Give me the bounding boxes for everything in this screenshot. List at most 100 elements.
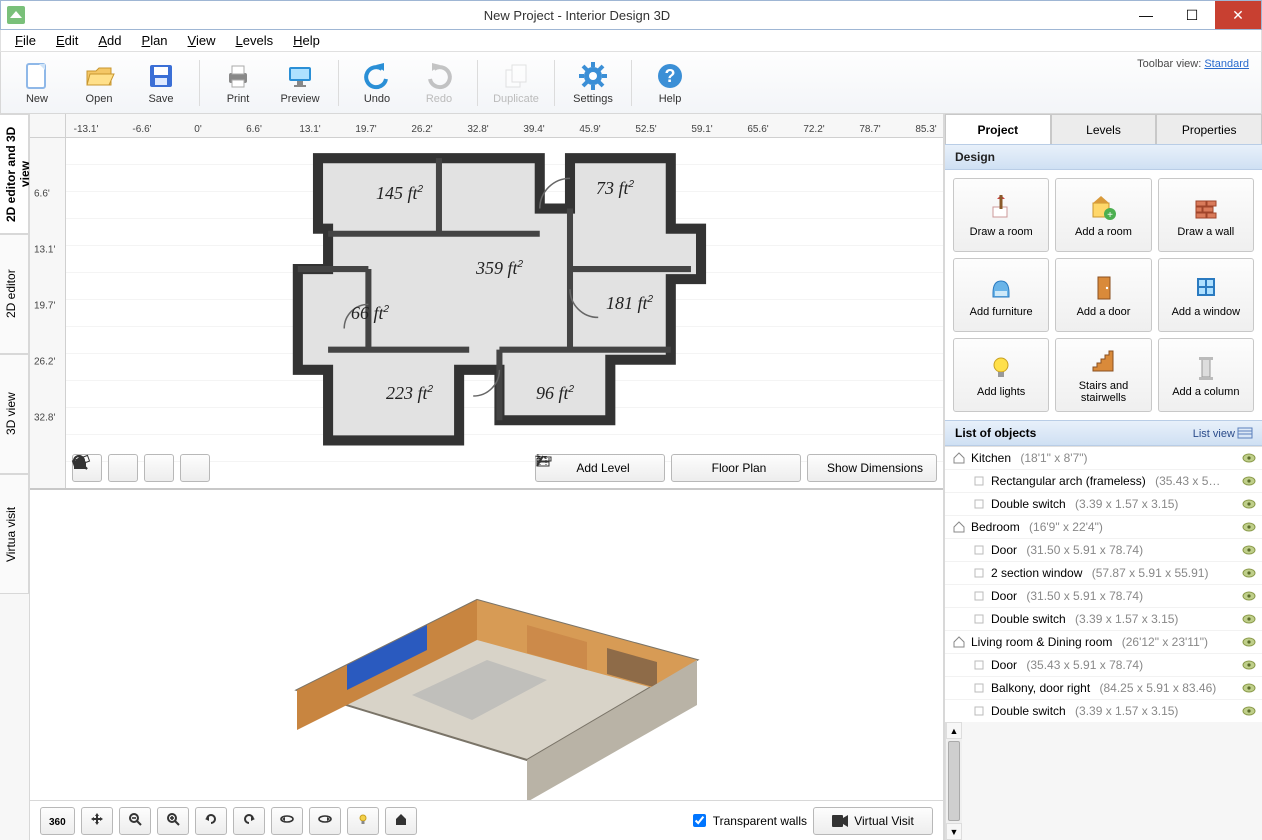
print-button[interactable]: Print <box>210 55 266 111</box>
draw-wall-button[interactable]: Draw a wall <box>1158 178 1254 252</box>
view-3d-canvas[interactable] <box>30 490 943 800</box>
draw-room-button[interactable]: Draw a room <box>953 178 1049 252</box>
ruler-v-tick: 32.8' <box>34 413 55 424</box>
ruler-h-tick: 85.3' <box>915 124 936 135</box>
home-button[interactable] <box>180 454 210 482</box>
transparent-walls-checkbox[interactable]: Transparent walls <box>689 811 807 830</box>
add-lights-label: Add lights <box>977 386 1025 398</box>
duplicate-icon <box>501 61 531 91</box>
view3d-pan-button[interactable] <box>81 807 113 835</box>
view3d-rotate-ccw-button[interactable] <box>233 807 265 835</box>
object-dimensions: (18'1" x 8'7") <box>1017 451 1087 465</box>
measure-button[interactable] <box>144 454 174 482</box>
redo-label: Redo <box>426 93 452 105</box>
view3d-zoom-out-button[interactable] <box>119 807 151 835</box>
preview-button[interactable]: Preview <box>272 55 328 111</box>
menu-help[interactable]: Help <box>285 31 328 50</box>
floorplan-canvas[interactable]: +Add LevelFloor PlanShow Dimensions 145 … <box>66 138 943 488</box>
menu-levels[interactable]: Levels <box>228 31 282 50</box>
view3d-orbit-left-button[interactable] <box>271 807 303 835</box>
object-row[interactable]: Door (35.43 x 5.91 x 78.74) <box>945 654 1262 677</box>
toolbar-view-link[interactable]: Standard <box>1204 58 1249 70</box>
zoom-in-button[interactable] <box>108 454 138 482</box>
object-row[interactable]: Rectangular arch (frameless) (35.43 x 5… <box>945 470 1262 493</box>
stairs-button[interactable]: Stairs and stairwells <box>1055 338 1151 412</box>
add-window-label: Add a window <box>1172 306 1241 318</box>
add-window-button[interactable]: Add a window <box>1158 258 1254 332</box>
add-door-button[interactable]: Add a door <box>1055 258 1151 332</box>
add-furniture-icon <box>986 272 1016 302</box>
object-row[interactable]: Kitchen (18'1" x 8'7") <box>945 447 1262 470</box>
object-icon <box>973 590 985 602</box>
floor-plan-button[interactable]: Floor Plan <box>671 454 801 482</box>
add-level-button[interactable]: +Add Level <box>535 454 665 482</box>
view3d-zoom-in-button[interactable] <box>157 807 189 835</box>
settings-button[interactable]: Settings <box>565 55 621 111</box>
menu-edit[interactable]: Edit <box>48 31 86 50</box>
rtab-levels[interactable]: Levels <box>1051 114 1157 144</box>
object-row[interactable]: Door (31.50 x 5.91 x 78.74) <box>945 539 1262 562</box>
view3d-orbit-right-button[interactable] <box>309 807 341 835</box>
toolbar-view-label: Toolbar view: <box>1137 58 1201 70</box>
view3d-home-button[interactable] <box>385 807 417 835</box>
ruler-h-tick: 45.9' <box>579 124 600 135</box>
room-area-label: 73 ft2 <box>596 178 634 199</box>
maximize-button[interactable]: ☐ <box>1169 1 1215 29</box>
minimize-button[interactable]: — <box>1123 1 1169 29</box>
add-lights-button[interactable]: Add lights <box>953 338 1049 412</box>
open-button[interactable]: Open <box>71 55 127 111</box>
rtab-project[interactable]: Project <box>945 114 1051 144</box>
ruler-horizontal: -13.1'-6.6'0'6.6'13.1'19.7'26.2'32.8'39.… <box>66 114 943 138</box>
add-column-icon <box>1191 352 1221 382</box>
close-button[interactable]: ✕ <box>1215 1 1261 29</box>
vtab-2d-editor-and-3d-view[interactable]: 2D editor and 3D view <box>0 114 29 234</box>
add-door-icon <box>1088 272 1118 302</box>
help-button[interactable]: ?Help <box>642 55 698 111</box>
rtab-properties[interactable]: Properties <box>1156 114 1262 144</box>
menu-file[interactable]: File <box>7 31 44 50</box>
menu-view[interactable]: View <box>180 31 224 50</box>
vtab-2d-editor[interactable]: 2D editor <box>0 234 29 354</box>
object-row[interactable]: Door (31.50 x 5.91 x 78.74) <box>945 585 1262 608</box>
menu-plan[interactable]: Plan <box>134 31 176 50</box>
object-row[interactable]: Double switch (3.39 x 1.57 x 3.15) <box>945 700 1262 722</box>
menu-add[interactable]: Add <box>90 31 129 50</box>
undo-button[interactable]: Undo <box>349 55 405 111</box>
object-row[interactable]: Balkony, door right (84.25 x 5.91 x 83.4… <box>945 677 1262 700</box>
add-column-button[interactable]: Add a column <box>1158 338 1254 412</box>
add-furniture-button[interactable]: Add furniture <box>953 258 1049 332</box>
undo-label: Undo <box>364 93 390 105</box>
object-row[interactable]: Double switch (3.39 x 1.57 x 3.15) <box>945 493 1262 516</box>
object-name: Double switch <box>991 612 1066 626</box>
vtab-virtua-visit[interactable]: Virtua visit <box>0 474 29 594</box>
virtual-visit-button[interactable]: Virtual Visit <box>813 807 933 835</box>
stairs-label: Stairs and stairwells <box>1060 380 1146 404</box>
add-room-icon: + <box>1088 192 1118 222</box>
vtab-3d-view[interactable]: 3D view <box>0 354 29 474</box>
object-dimensions: (26'12" x 23'11") <box>1118 635 1208 649</box>
design-section-header: Design <box>945 144 1262 170</box>
plan-zoom-toolbar <box>72 454 210 482</box>
object-dimensions: (3.39 x 1.57 x 3.15) <box>1072 497 1179 511</box>
new-button[interactable]: New <box>9 55 65 111</box>
draw-wall-label: Draw a wall <box>1177 226 1234 238</box>
object-row[interactable]: Living room & Dining room (26'12" x 23'1… <box>945 631 1262 654</box>
save-button[interactable]: Save <box>133 55 189 111</box>
view3d-rotate-cw-button[interactable] <box>195 807 227 835</box>
view-tabs: 2D editor and 3D view2D editor3D viewVir… <box>0 114 30 840</box>
view3d-rotate-360-button[interactable]: 360 <box>40 807 75 835</box>
objects-list[interactable]: Kitchen (18'1" x 8'7")Rectangular arch (… <box>945 446 1262 722</box>
show-dimensions-button[interactable]: Show Dimensions <box>807 454 937 482</box>
redo-button: Redo <box>411 55 467 111</box>
object-row[interactable]: Bedroom (16'9" x 22'4") <box>945 516 1262 539</box>
object-row[interactable]: Double switch (3.39 x 1.57 x 3.15) <box>945 608 1262 631</box>
add-room-button[interactable]: +Add a room <box>1055 178 1151 252</box>
objects-scrollbar[interactable]: ▲ ▼ <box>945 722 962 840</box>
view3d-light-button[interactable] <box>347 807 379 835</box>
ruler-h-tick: 59.1' <box>691 124 712 135</box>
list-view-toggle[interactable]: List view <box>1193 427 1252 440</box>
object-row[interactable]: 2 section window (57.87 x 5.91 x 55.91) <box>945 562 1262 585</box>
object-dimensions: (35.43 x 5.91 x 78.74) <box>1023 658 1143 672</box>
object-name: Rectangular arch (frameless) <box>991 474 1146 488</box>
object-name: Door <box>991 543 1017 557</box>
